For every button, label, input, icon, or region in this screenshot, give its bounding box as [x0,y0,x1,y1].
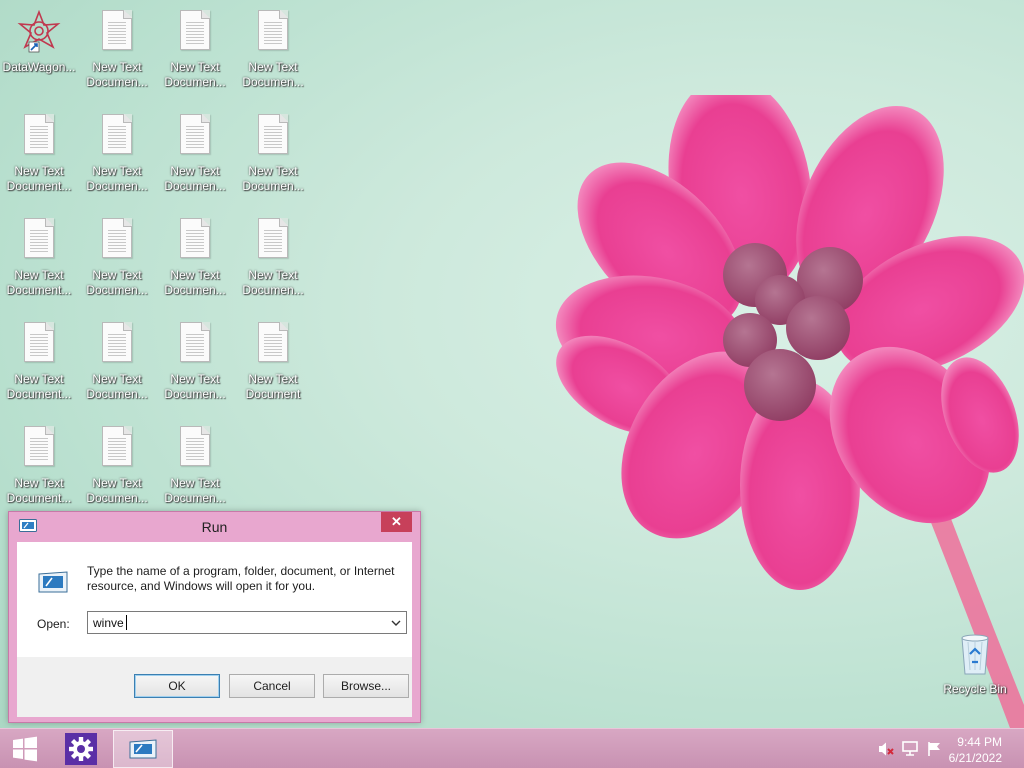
desktop-text-file[interactable]: New Text Documen... [80,320,154,416]
desktop-icon-label: New Text Documen... [86,268,148,297]
run-dialog-body: Type the name of a program, folder, docu… [17,542,412,717]
browse-button[interactable]: Browse... [323,674,409,698]
desktop-shortcut-datawagon[interactable]: DataWagon... [2,8,76,104]
desktop-text-file[interactable]: New Text Documen... [236,216,310,312]
desktop-text-file[interactable]: New Text Documen... [158,216,232,312]
gear-icon [65,733,97,765]
text-file-icon [175,322,215,366]
desktop-icon-label: New Text Documen... [86,164,148,193]
speaker-muted-icon[interactable] [878,741,894,757]
taskbar: 9:44 PM 6/21/2022 [0,728,1024,768]
desktop-text-file[interactable]: New Text Documen... [158,320,232,416]
ok-button[interactable]: OK [134,674,220,698]
taskbar-run-app[interactable] [113,730,173,768]
network-icon[interactable] [902,741,918,757]
clock-date: 6/21/2022 [948,751,1002,765]
text-file-icon [97,322,137,366]
desktop-text-file[interactable]: New Text Document... [2,320,76,416]
windows-logo-icon [13,736,37,762]
start-button[interactable] [0,729,50,768]
run-icon [38,571,68,593]
text-file-icon [175,426,215,470]
run-dialog-content: Type the name of a program, folder, docu… [17,542,412,657]
desktop-text-file[interactable]: New Text Documen... [158,8,232,104]
desktop-text-file[interactable]: New Text Documen... [236,112,310,208]
desktop-icon-label: DataWagon... [2,60,76,74]
run-titlebar[interactable]: Run ✕ [9,512,420,542]
text-file-icon [19,426,59,470]
desktop-icon-label: New Text Document... [6,164,72,193]
desktop-icon-label: New Text Documen... [164,268,226,297]
desktop-icon-label: New Text Documen... [164,60,226,89]
recycle-bin-label: Recycle Bin [943,682,1007,696]
text-file-icon [253,114,293,158]
open-input[interactable] [88,612,386,633]
desktop-text-file[interactable]: New Text Document... [2,424,76,520]
desktop-text-file[interactable]: New Text Documen... [80,216,154,312]
close-button[interactable]: ✕ [381,512,412,532]
recycle-bin[interactable]: Recycle Bin [938,632,1012,702]
open-combobox[interactable] [87,611,407,634]
recycle-bin-icon [961,634,989,675]
desktop-text-file[interactable]: New Text Document... [2,112,76,208]
desktop-text-file[interactable]: New Text Documen... [80,112,154,208]
text-caret [126,615,127,630]
desktop-text-file[interactable]: New Text Documen... [236,8,310,104]
text-file-icon [19,322,59,366]
text-file-icon [97,10,137,54]
desktop-icon-label: New Text Documen... [86,372,148,401]
run-description: Type the name of a program, folder, docu… [87,564,395,593]
desktop-icon-label: New Text Documen... [242,164,304,193]
desktop-icon-label: New Text Document... [6,268,72,297]
run-icon [129,739,157,759]
run-dialog-title: Run [201,519,228,535]
desktop-text-file[interactable]: New Text Documen... [80,424,154,520]
desktop-icon-label: New Text Documen... [164,476,226,505]
cancel-button[interactable]: Cancel [229,674,315,698]
text-file-icon [97,114,137,158]
taskbar-settings-app[interactable] [58,730,104,768]
desktop-icon-label: New Text Documen... [242,60,304,89]
clock-time: 9:44 PM [957,735,1002,749]
desktop: DataWagon... New Text Documen... New Text… [0,0,1024,728]
desktop-text-file[interactable]: New Text Document... [2,216,76,312]
desktop-icon-label: New Text Documen... [86,476,148,505]
desktop-icon-label: New Text Documen... [86,60,148,89]
text-file-icon [97,426,137,470]
text-file-icon [175,114,215,158]
chevron-down-icon [391,620,401,626]
desktop-icon-label: New Text Documen... [164,164,226,193]
taskbar-clock[interactable]: 9:44 PM 6/21/2022 [949,734,1002,766]
desktop-icon-label: New Text Documen... [164,372,226,401]
text-file-icon [175,218,215,262]
run-dialog: Run ✕ Type the name of a program, folder… [8,511,421,723]
datawagon-shortcut-icon [17,10,61,54]
desktop-icon-label: New Text Document... [6,476,72,505]
desktop-icon-label: New Text Documen... [242,268,304,297]
dropdown-button[interactable] [386,612,406,633]
desktop-text-file[interactable]: New Text Documen... [158,424,232,520]
open-label: Open: [37,617,70,631]
desktop-text-file[interactable]: New Text Document [236,320,310,416]
desktop-text-file[interactable]: New Text Documen... [158,112,232,208]
text-file-icon [253,10,293,54]
desktop-icon-label: New Text Document [245,372,301,401]
text-file-icon [19,218,59,262]
text-file-icon [19,114,59,158]
text-file-icon [253,322,293,366]
action-center-flag-icon[interactable] [926,741,942,757]
text-file-icon [97,218,137,262]
desktop-text-file[interactable]: New Text Documen... [80,8,154,104]
system-tray: 9:44 PM 6/21/2022 [864,729,1024,768]
text-file-icon [253,218,293,262]
desktop-icon-label: New Text Document... [6,372,72,401]
text-file-icon [175,10,215,54]
